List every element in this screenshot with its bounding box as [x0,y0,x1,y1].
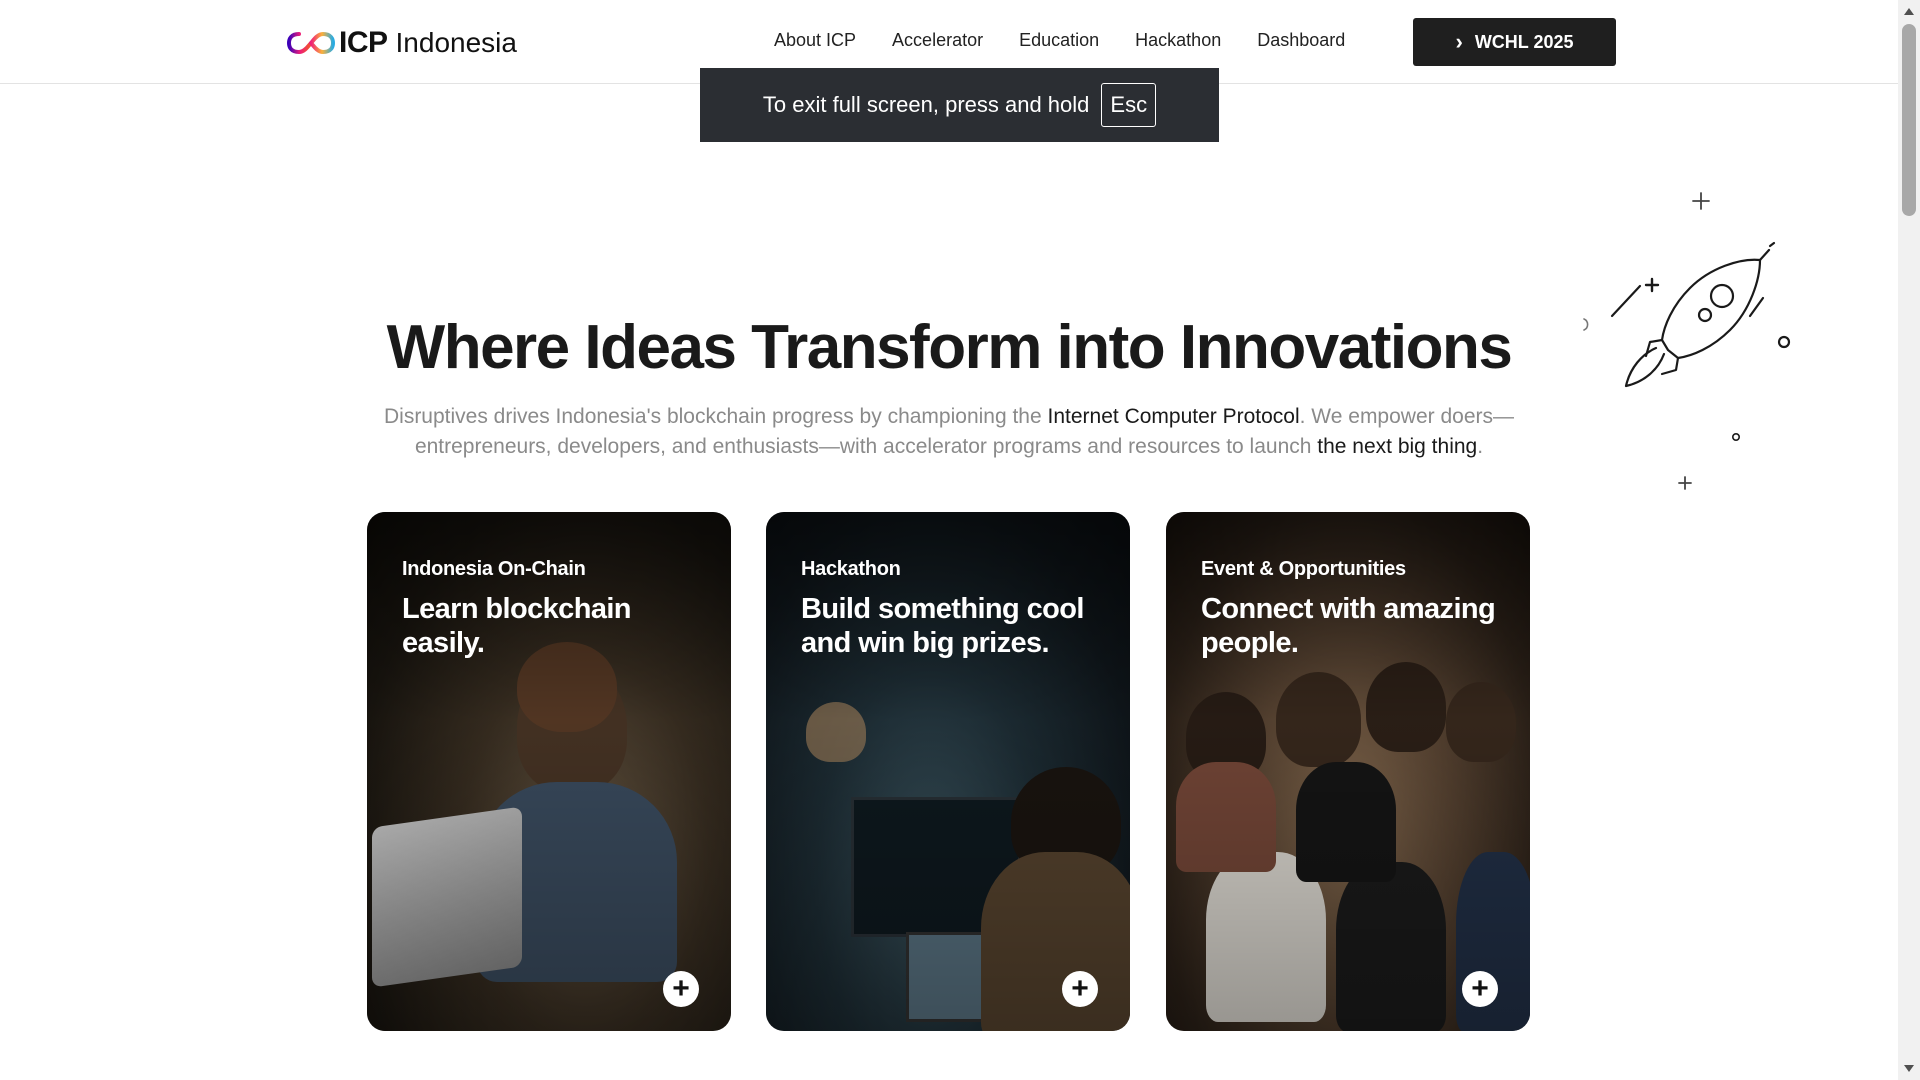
scrollbar-thumb[interactable] [1902,24,1916,216]
chevron-right-icon: › [1455,29,1463,54]
card-headline: Learn blockchain easily. [402,593,632,659]
card-headline: Build something cool and win big prizes. [801,593,1084,659]
card-headline: Connect with amazing people. [1201,593,1496,659]
nav-dashboard[interactable]: Dashboard [1257,30,1345,51]
plus-circle-icon[interactable]: + [1062,971,1098,1007]
logo-brand: ICP [339,26,388,59]
wchl-2025-button[interactable]: › WCHL 2025 [1413,18,1616,66]
scroll-down-arrow-icon[interactable] [1904,1065,1914,1072]
card-overlay [1166,512,1530,1031]
nav-accelerator[interactable]: Accelerator [892,30,983,51]
scroll-up-arrow-icon[interactable] [1904,8,1914,15]
infinity-logo-icon [287,31,335,55]
esc-key-badge: Esc [1101,83,1157,127]
toast-text: To exit full screen, press and hold [762,92,1090,117]
page-scrollbar[interactable] [1898,0,1920,1080]
hero-description: Disruptives drives Indonesia's blockchai… [360,402,1538,462]
site-logo[interactable]: ICP Indonesia [287,26,517,60]
main-nav: About ICP Accelerator Education Hackatho… [774,30,1345,51]
nav-about-icp[interactable]: About ICP [774,30,856,51]
fullscreen-exit-toast: To exit full screen, press and hold Esc [700,68,1219,142]
hero-desc-highlight-next: the next big thing [1317,435,1478,458]
hero-title: Where Ideas Transform into Innovations [386,313,1513,382]
card-eyebrow: Hackathon [801,558,901,580]
cta-label: WCHL 2025 [1474,31,1574,52]
card-eyebrow: Event & Opportunities [1201,558,1406,580]
card-hackathon[interactable]: Hackathon Build something cool and win b… [766,512,1130,1031]
card-eyebrow: Indonesia On-Chain [402,558,586,580]
logo-suffix: Indonesia [395,27,517,58]
card-indonesia-on-chain[interactable]: Indonesia On-Chain Learn blockchain easi… [367,512,731,1031]
card-event-opportunities[interactable]: Event & Opportunities Connect with amazi… [1166,512,1530,1031]
hero-desc-part-3: . [1477,435,1484,458]
hero-desc-highlight-icp: Internet Computer Protocol [1047,405,1300,428]
nav-education[interactable]: Education [1019,30,1099,51]
hero-desc-part-1: Disruptives drives Indonesia's blockchai… [383,405,1048,428]
nav-hackathon[interactable]: Hackathon [1135,30,1221,51]
card-overlay [367,512,731,1031]
card-overlay [766,512,1130,1031]
plus-circle-icon[interactable]: + [663,971,699,1007]
plus-circle-icon[interactable]: + [1462,971,1498,1007]
